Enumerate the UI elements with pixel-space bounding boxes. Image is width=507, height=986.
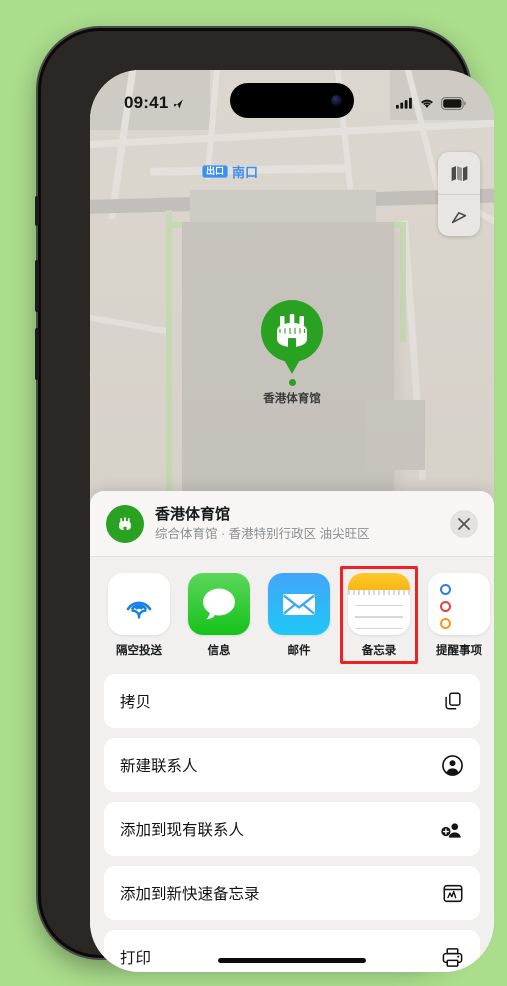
action-label: 新建联系人: [120, 758, 198, 775]
front-camera-icon: [331, 95, 342, 106]
phone-frame: 出口 南口 香港体育馆 09:41 香港体育馆 综合体育馆 · 香港特别行政区 …: [35, 28, 494, 972]
airdrop-icon: [108, 573, 170, 635]
silent-switch[interactable]: [35, 196, 39, 226]
share-sheet-header: 香港体育馆 综合体育馆 · 香港特别行政区 油尖旺区: [90, 491, 494, 557]
action-row-new-quick-note[interactable]: 添加到新快速备忘录: [104, 866, 480, 920]
share-app-row[interactable]: 隔空投送 信息 邮件 备忘录 提醒事项: [90, 557, 494, 672]
share-app-reminders[interactable]: 提醒事项: [428, 573, 490, 658]
map-exit-label: 出口 南口: [202, 162, 258, 181]
share-action-list: 拷贝 新建联系人 添加到现有联系人 添加到新快速备忘录 打印: [90, 672, 494, 972]
status-indicators: [396, 96, 466, 110]
notes-icon: [348, 573, 410, 635]
phone-screen: 出口 南口 香港体育馆 09:41 香港体育馆 综合体育馆 · 香港特别行政区 …: [90, 70, 494, 972]
volume-up-button[interactable]: [35, 260, 39, 312]
stadium-icon: [106, 505, 144, 543]
share-app-label: 信息: [207, 645, 231, 657]
reminders-icon: [428, 573, 490, 635]
exit-label-text: 南口: [232, 165, 259, 180]
quick-note-icon: [440, 883, 464, 904]
folded-map-icon: [451, 165, 467, 181]
action-row-new-contact[interactable]: 新建联系人: [104, 738, 480, 792]
share-sheet-titles: 香港体育馆 综合体育馆 · 香港特别行政区 油尖旺区: [155, 506, 439, 543]
action-group: 新建联系人: [104, 738, 480, 792]
navigation-arrow-icon: [451, 211, 467, 223]
share-app-label: 提醒事项: [436, 645, 482, 657]
action-label: 添加到现有联系人: [120, 822, 245, 839]
map-controls: [438, 152, 480, 236]
status-time-group: 09:41: [124, 93, 185, 113]
status-time-text: 09:41: [124, 93, 169, 112]
map-type-button[interactable]: [438, 152, 480, 194]
location-arrow-icon: [174, 98, 184, 109]
share-sheet: 香港体育馆 综合体育馆 · 香港特别行政区 油尖旺区 隔空投送 信息 邮件 备忘…: [90, 491, 494, 972]
stadium-pin-icon: [261, 300, 323, 362]
messages-icon: [188, 573, 250, 635]
home-indicator[interactable]: [218, 958, 366, 963]
copy-icon: [440, 690, 464, 712]
wifi-icon: [421, 99, 433, 108]
share-sheet-title: 香港体育馆: [155, 505, 231, 523]
poi-label: 香港体育馆: [263, 393, 321, 405]
share-app-label: 备忘录: [361, 645, 397, 657]
volume-down-button[interactable]: [35, 328, 39, 380]
action-label: 添加到新快速备忘录: [120, 886, 260, 903]
close-icon: [458, 518, 470, 530]
person-add-icon: [440, 818, 464, 841]
action-row-add-existing-contact[interactable]: 添加到现有联系人: [104, 802, 480, 856]
exit-badge: 出口: [202, 164, 229, 179]
action-label: 打印: [120, 950, 152, 967]
share-app-airdrop[interactable]: 隔空投送: [108, 573, 170, 658]
pin-anchor-dot: [288, 379, 296, 386]
battery-icon: [441, 96, 466, 110]
cellular-signal-icon: [396, 97, 412, 109]
locate-me-button[interactable]: [438, 194, 480, 236]
action-label: 拷贝: [120, 694, 152, 711]
action-row-print[interactable]: 打印: [104, 930, 480, 972]
action-row-copy[interactable]: 拷贝: [104, 674, 480, 728]
share-app-label: 隔空投送: [116, 645, 162, 657]
share-app-notes[interactable]: 备忘录: [348, 573, 410, 658]
share-sheet-subtitle: 综合体育馆 · 香港特别行政区 油尖旺区: [155, 527, 370, 542]
action-group: 拷贝: [104, 674, 480, 728]
dynamic-island[interactable]: [230, 83, 354, 118]
action-group: 添加到新快速备忘录: [104, 866, 480, 920]
share-app-mail[interactable]: 邮件: [268, 573, 330, 658]
share-app-label: 邮件: [287, 645, 311, 657]
action-group: 打印: [104, 930, 480, 972]
close-button[interactable]: [450, 510, 478, 538]
poi-pin[interactable]: 香港体育馆: [245, 300, 339, 406]
person-circle-icon: [440, 754, 464, 777]
printer-icon: [440, 946, 464, 968]
action-group: 添加到现有联系人: [104, 802, 480, 856]
share-app-messages[interactable]: 信息: [188, 573, 250, 658]
mail-icon: [268, 573, 330, 635]
